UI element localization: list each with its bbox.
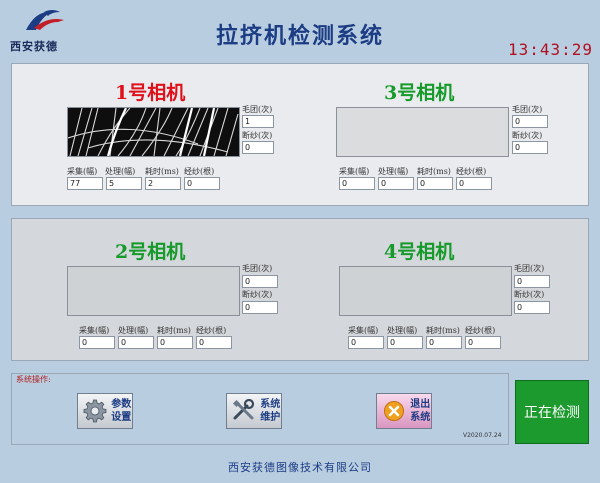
camera-1-collect-label: 采集(幅) xyxy=(67,167,98,176)
camera-3-time-value: 0 xyxy=(417,177,453,190)
clock: 13:43:29 xyxy=(508,40,594,59)
camera-2-fuzz-value: 0 xyxy=(242,275,278,288)
camera-2-time-value: 0 xyxy=(157,336,193,349)
camera-1-image xyxy=(67,107,239,157)
camera-1-break-label: 断纱(次) xyxy=(242,131,273,140)
gear-icon xyxy=(82,398,107,424)
camera-panel-top: 1号相机 毛团(次) 1 断纱(次) 0 采集(幅) 处理(幅) 耗时(ms) … xyxy=(11,63,589,206)
camera-4-break-label: 断纱(次) xyxy=(514,290,545,299)
camera-4-collect-label: 采集(幅) xyxy=(348,326,379,335)
camera-2-break-label: 断纱(次) xyxy=(242,290,273,299)
camera-1-time-value: 2 xyxy=(145,177,181,190)
camera-3-break-value: 0 xyxy=(512,141,548,154)
camera-4-process-label: 处理(幅) xyxy=(387,326,418,335)
camera-1-break-value: 0 xyxy=(242,141,274,154)
camera-2-process-value: 0 xyxy=(118,336,154,349)
camera-3-process-label: 处理(幅) xyxy=(378,167,409,176)
camera-4-time-value: 0 xyxy=(426,336,462,349)
camera-4-process-value: 0 xyxy=(387,336,423,349)
camera-panel-bottom: 2号相机 毛团(次) 0 断纱(次) 0 采集(幅) 处理(幅) 耗时(ms) … xyxy=(11,218,589,361)
camera-1-process-value: 5 xyxy=(106,177,142,190)
close-icon xyxy=(381,398,406,424)
camera-3-warp-value: 0 xyxy=(456,177,492,190)
camera-3-fuzz-value: 0 xyxy=(512,115,548,128)
camera-3-collect-label: 采集(幅) xyxy=(339,167,370,176)
camera-2-collect-label: 采集(幅) xyxy=(79,326,110,335)
exit-system-button[interactable]: 退出系统 xyxy=(376,393,432,429)
camera-3-warp-label: 经纱(根) xyxy=(456,167,487,176)
camera-1-title: 1号相机 xyxy=(115,82,186,104)
camera-1-process-label: 处理(幅) xyxy=(105,167,136,176)
version-label: V2020.07.24 xyxy=(463,432,502,439)
camera-4-collect-value: 0 xyxy=(348,336,384,349)
camera-2-process-label: 处理(幅) xyxy=(118,326,149,335)
camera-2-warp-label: 经纱(根) xyxy=(196,326,227,335)
footer-company-name: 西安获德图像技术有限公司 xyxy=(228,461,372,474)
camera-1-time-label: 耗时(ms) xyxy=(145,167,179,176)
camera-2-title: 2号相机 xyxy=(115,241,186,263)
camera-2-view xyxy=(67,266,240,316)
detection-status-button[interactable]: 正在检测 xyxy=(515,380,589,444)
camera-4-title: 4号相机 xyxy=(384,241,455,263)
camera-4-view xyxy=(339,266,512,316)
camera-3-title: 3号相机 xyxy=(384,82,455,104)
camera-3-collect-value: 0 xyxy=(339,177,375,190)
params-settings-button[interactable]: 参数设置 xyxy=(77,393,133,429)
camera-1-warp-value: 0 xyxy=(184,177,220,190)
camera-2-fuzz-label: 毛团(次) xyxy=(242,264,273,273)
camera-1-fuzz-value: 1 xyxy=(242,115,274,128)
camera-2-break-value: 0 xyxy=(242,301,278,314)
params-settings-label: 参数设置 xyxy=(111,399,132,423)
camera-4-time-label: 耗时(ms) xyxy=(426,326,460,335)
camera-3-process-value: 0 xyxy=(378,177,414,190)
camera-3-fuzz-label: 毛团(次) xyxy=(512,105,543,114)
camera-4-fuzz-value: 0 xyxy=(514,275,550,288)
camera-4-break-value: 0 xyxy=(514,301,550,314)
exit-system-label: 退出系统 xyxy=(410,399,431,423)
system-maintenance-label: 系统维护 xyxy=(260,399,281,423)
camera-3-view xyxy=(336,107,509,157)
system-maintenance-button[interactable]: 系统维护 xyxy=(226,393,282,429)
camera-1-view xyxy=(67,107,240,157)
camera-2-time-label: 耗时(ms) xyxy=(157,326,191,335)
camera-3-break-label: 断纱(次) xyxy=(512,131,543,140)
camera-1-warp-label: 经纱(根) xyxy=(184,167,215,176)
camera-2-warp-value: 0 xyxy=(196,336,232,349)
system-operations-label: 系统操作: xyxy=(15,374,52,385)
camera-1-fuzz-label: 毛团(次) xyxy=(242,105,273,114)
camera-2-collect-value: 0 xyxy=(79,336,115,349)
camera-4-warp-label: 经纱(根) xyxy=(465,326,496,335)
camera-4-warp-value: 0 xyxy=(465,336,501,349)
camera-4-fuzz-label: 毛团(次) xyxy=(514,264,545,273)
tools-icon xyxy=(231,398,256,424)
camera-3-time-label: 耗时(ms) xyxy=(417,167,451,176)
camera-1-collect-value: 77 xyxy=(67,177,103,190)
